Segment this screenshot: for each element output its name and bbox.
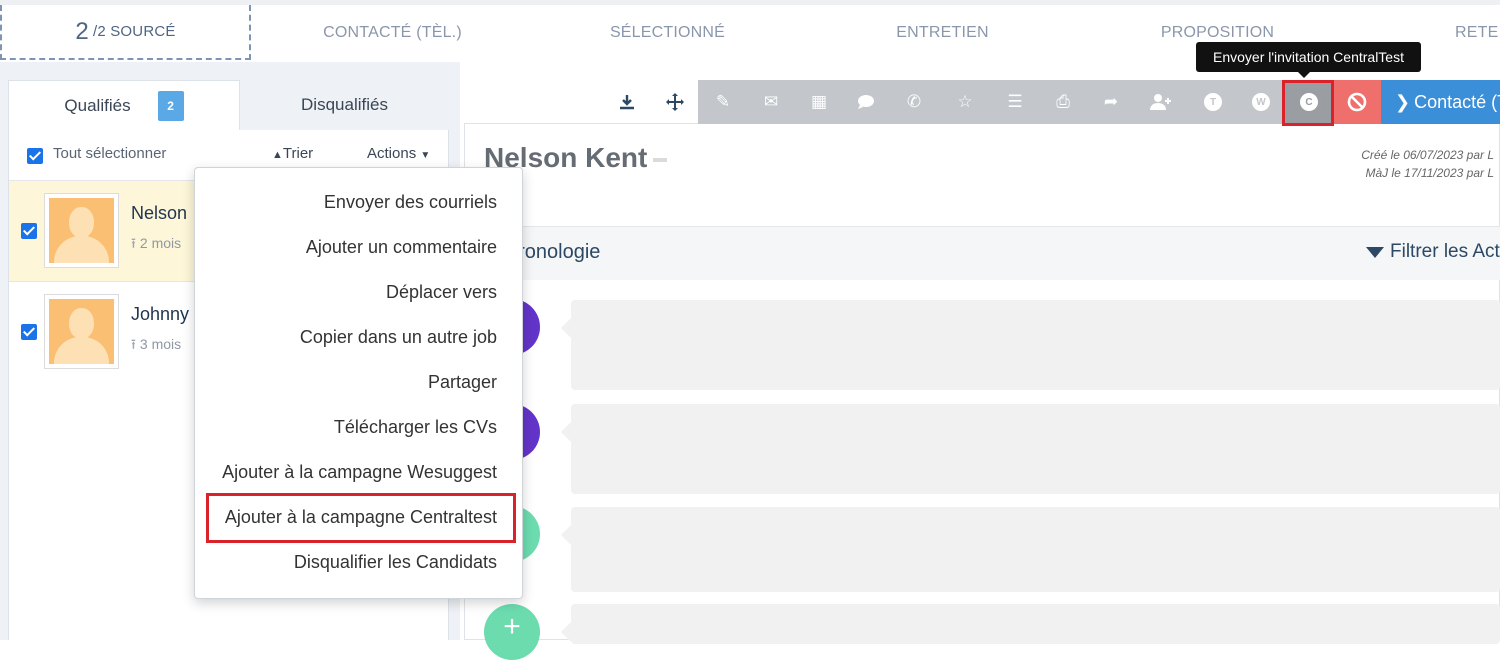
stage-contacte[interactable]: CONTACTÉ (TÈL.) (300, 5, 485, 60)
actions-dropdown-button[interactable]: Actions ▼ (367, 145, 430, 162)
menu-item-move-to[interactable]: Déplacer vers (386, 282, 497, 303)
candidate-age: 3 mois (139, 336, 182, 352)
share-icon[interactable]: ➦ (1100, 91, 1122, 113)
circle-t-icon[interactable]: T (1204, 93, 1222, 111)
menu-item-add-comment[interactable]: Ajouter un commentaire (306, 237, 497, 258)
actions-dropdown-menu: Envoyer des courriels Ajouter un comment… (194, 167, 523, 599)
record-dates: Créé le 06/07/2023 par L MàJ le 17/11/20… (1361, 146, 1494, 182)
checklist-icon[interactable]: ☰ (1004, 91, 1026, 113)
stage-entretien[interactable]: ENTRETIEN (870, 5, 1015, 60)
candidate-meta: ⭱ 3 mois (131, 334, 181, 358)
select-all-checkbox[interactable] (27, 148, 43, 164)
stage-selectionne[interactable]: SÉLECTIONNÉ (580, 5, 755, 60)
sort-icon: ▲︎ (272, 149, 283, 161)
plus-icon: + (503, 610, 521, 643)
candidate-tabs: Qualifiés 2 Disqualifiés (8, 80, 449, 130)
print-icon[interactable]: ⎙ (1052, 91, 1074, 113)
avatar (44, 193, 119, 268)
stage-source[interactable]: 2 /2 SOURCÉ (0, 5, 251, 60)
stage-source-label: /2 SOURCÉ (92, 23, 176, 40)
calendar-icon[interactable]: ▦ (808, 91, 830, 113)
toolbar-white-section (464, 80, 698, 124)
candidate-checkbox[interactable] (21, 223, 37, 239)
edit-icon[interactable]: ✎ (712, 91, 734, 113)
candidate-meta: ⭱ 2 mois (131, 233, 181, 257)
menu-item-copy-to-job[interactable]: Copier dans un autre job (300, 327, 497, 348)
contact-stage-button[interactable]: ❯ Contacté (T (1381, 80, 1500, 124)
name-dash (653, 157, 668, 162)
avatar-placeholder-icon (49, 299, 114, 364)
avatar-placeholder-icon (49, 198, 114, 263)
candidate-checkbox[interactable] (21, 324, 37, 340)
download-icon[interactable] (616, 91, 638, 113)
filter-label: Filtrer les Act (1390, 241, 1500, 262)
filter-icon (1366, 247, 1384, 258)
toolbar-gray-section (698, 80, 1284, 124)
candidate-age: 2 mois (139, 235, 182, 251)
timeline-header (465, 226, 1500, 280)
tab-qualified[interactable]: Qualifiés 2 (8, 80, 240, 130)
filter-activities-button[interactable]: Filtrer les Act (1366, 241, 1500, 263)
timeline-entry (561, 604, 1500, 644)
add-user-icon[interactable] (1150, 91, 1172, 113)
timeline-entry (561, 300, 1500, 390)
candidate-name[interactable]: Johnny (131, 304, 189, 325)
star-icon[interactable]: ☆ (954, 91, 976, 113)
tooltip-centraltest: Envoyer l'invitation CentralTest (1196, 42, 1421, 78)
caret-down-icon: ▼ (420, 150, 431, 161)
avatar (44, 294, 119, 369)
phone-icon[interactable]: ✆ (903, 91, 925, 113)
menu-item-wesuggest-campaign[interactable]: Ajouter à la campagne Wesuggest (222, 462, 497, 483)
timeline-entry (561, 404, 1500, 494)
stage-source-count: 2 (75, 17, 89, 45)
circle-w-icon[interactable]: W (1252, 93, 1270, 111)
comment-icon[interactable] (855, 91, 877, 113)
contact-stage-label: Contacté (T (1414, 91, 1500, 112)
updated-date: MàJ le 17/11/2023 par L (1365, 166, 1494, 180)
ban-icon[interactable] (1346, 91, 1368, 113)
upload-icon: ⭱ (131, 336, 136, 352)
menu-item-centraltest-campaign[interactable]: Ajouter à la campagne Centraltest (225, 507, 497, 528)
menu-item-download-cvs[interactable]: Télécharger les CVs (334, 417, 497, 438)
menu-item-disqualify-candidates[interactable]: Disqualifier les Candidats (294, 552, 497, 573)
candidate-toolbar: ✎ ✉ ▦ ✆ ☆ ☰ ⎙ ➦ T W C ❯ Contacté (T (464, 80, 1500, 126)
menu-item-share[interactable]: Partager (428, 372, 497, 393)
chevron-right-icon: ❯ (1395, 91, 1411, 112)
candidate-name[interactable]: Nelson (131, 203, 187, 224)
email-icon[interactable]: ✉ (760, 91, 782, 113)
sort-label: Trier (282, 145, 314, 162)
upload-icon: ⭱ (131, 235, 136, 251)
tab-disqualified[interactable]: Disqualifiés (240, 80, 449, 130)
actions-label: Actions (367, 145, 417, 162)
add-activity-button[interactable]: + (484, 604, 540, 660)
centraltest-c-icon[interactable]: C (1300, 93, 1318, 111)
tab-qualified-label: Qualifiés (64, 95, 131, 115)
timeline-entry (561, 507, 1500, 592)
created-date: Créé le 06/07/2023 par L (1361, 148, 1494, 162)
move-icon[interactable] (664, 91, 686, 113)
stage-retenu[interactable]: RETE (1455, 5, 1500, 60)
qualified-count-badge: 2 (157, 90, 184, 121)
menu-item-send-emails[interactable]: Envoyer des courriels (324, 192, 497, 213)
sort-button[interactable]: ▲︎Trier (272, 145, 313, 162)
select-all-label[interactable]: Tout sélectionner (53, 145, 166, 162)
